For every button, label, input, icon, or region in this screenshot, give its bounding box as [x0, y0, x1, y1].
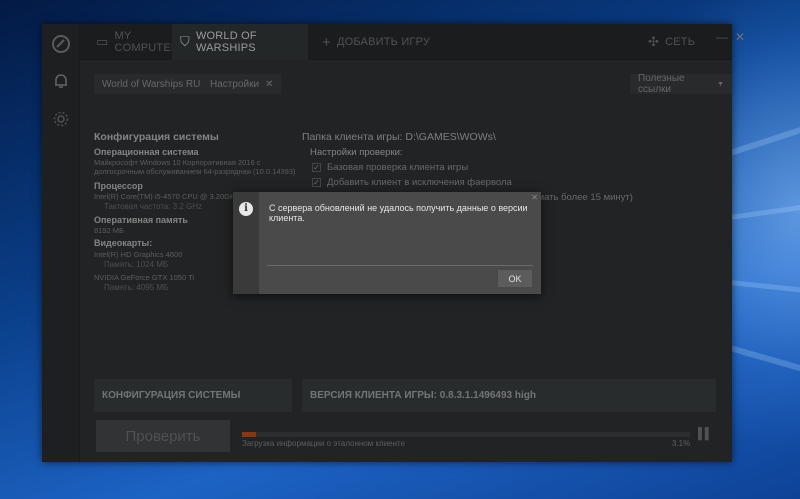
close-icon[interactable]: ✕	[735, 30, 745, 44]
light-beam	[729, 202, 800, 220]
ok-button[interactable]: OK	[498, 270, 532, 287]
light-beam	[729, 345, 800, 376]
light-beam	[729, 280, 800, 295]
dialog-close-icon[interactable]: ✕	[531, 193, 538, 202]
dialog-separator	[267, 265, 533, 266]
light-beam	[729, 122, 800, 156]
error-dialog: i ✕ С сервера обновлений не удалось полу…	[233, 192, 541, 294]
dialog-icon-column: i	[233, 192, 259, 294]
info-icon: i	[239, 202, 253, 216]
dialog-message: С сервера обновлений не удалось получить…	[269, 203, 528, 223]
